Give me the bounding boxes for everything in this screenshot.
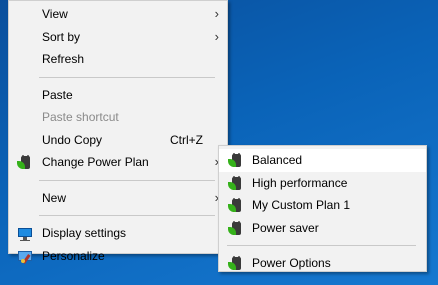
power-plan-balanced[interactable]: Balanced	[219, 149, 426, 172]
power-plan-icon	[17, 155, 33, 171]
personalize-icon	[17, 249, 33, 265]
power-plan-icon	[228, 198, 244, 214]
menu-separator	[39, 76, 215, 78]
menu-item-label: Paste	[42, 87, 73, 102]
power-plan-power-saver[interactable]: Power saver	[219, 217, 426, 240]
menu-item-change-power-plan[interactable]: Change Power Plan ›	[9, 151, 227, 174]
power-options[interactable]: Power Options	[219, 252, 426, 275]
menu-item-label: Paste shortcut	[42, 110, 119, 124]
menu-item-label: Display settings	[42, 226, 127, 240]
menu-item-label: New	[42, 190, 67, 205]
power-plan-icon	[228, 256, 244, 272]
menu-item-label: View	[42, 7, 68, 21]
menu-item-refresh[interactable]: Refresh	[9, 48, 227, 71]
menu-item-label: Change Power Plan	[42, 155, 149, 169]
menu-item-paste-shortcut: Paste shortcut	[9, 106, 227, 129]
chevron-right-icon: ›	[214, 28, 219, 44]
power-plan-icon	[228, 153, 244, 169]
menu-item-new[interactable]: New ›	[9, 187, 227, 210]
menu-item-label: Sort by	[42, 29, 81, 44]
chevron-right-icon: ›	[214, 6, 219, 21]
power-plan-high-performance[interactable]: High performance	[219, 172, 426, 195]
menu-separator	[39, 179, 215, 181]
power-plan-custom-1[interactable]: My Custom Plan 1	[219, 194, 426, 217]
power-plan-submenu: Balanced High performance My Custom Plan…	[218, 145, 427, 272]
menu-item-label: Refresh	[42, 52, 85, 66]
menu-item-view[interactable]: View ›	[9, 3, 227, 26]
menu-separator	[227, 245, 416, 246]
menu-item-paste[interactable]: Paste	[9, 84, 227, 107]
display-settings-icon	[17, 226, 33, 242]
desktop-context-menu: View › Sort by › Refresh Paste Paste sho…	[8, 0, 228, 264]
menu-separator	[39, 215, 215, 216]
menu-item-undo-copy[interactable]: Undo Copy Ctrl+Z	[9, 129, 227, 152]
menu-item-label: My Custom Plan 1	[252, 198, 351, 212]
power-plan-icon	[228, 175, 244, 192]
menu-item-label: Personalize	[42, 248, 105, 263]
menu-item-label: High performance	[252, 175, 348, 190]
menu-item-label: Power Options	[252, 256, 331, 270]
menu-item-shortcut: Ctrl+Z	[170, 132, 203, 147]
menu-item-sort-by[interactable]: Sort by ›	[9, 26, 227, 49]
menu-item-label: Undo Copy	[42, 132, 103, 147]
menu-item-label: Balanced	[252, 153, 303, 167]
menu-item-personalize[interactable]: Personalize	[9, 245, 227, 268]
menu-item-label: Power saver	[252, 220, 319, 235]
menu-item-display-settings[interactable]: Display settings	[9, 222, 227, 245]
power-plan-icon	[228, 220, 244, 237]
